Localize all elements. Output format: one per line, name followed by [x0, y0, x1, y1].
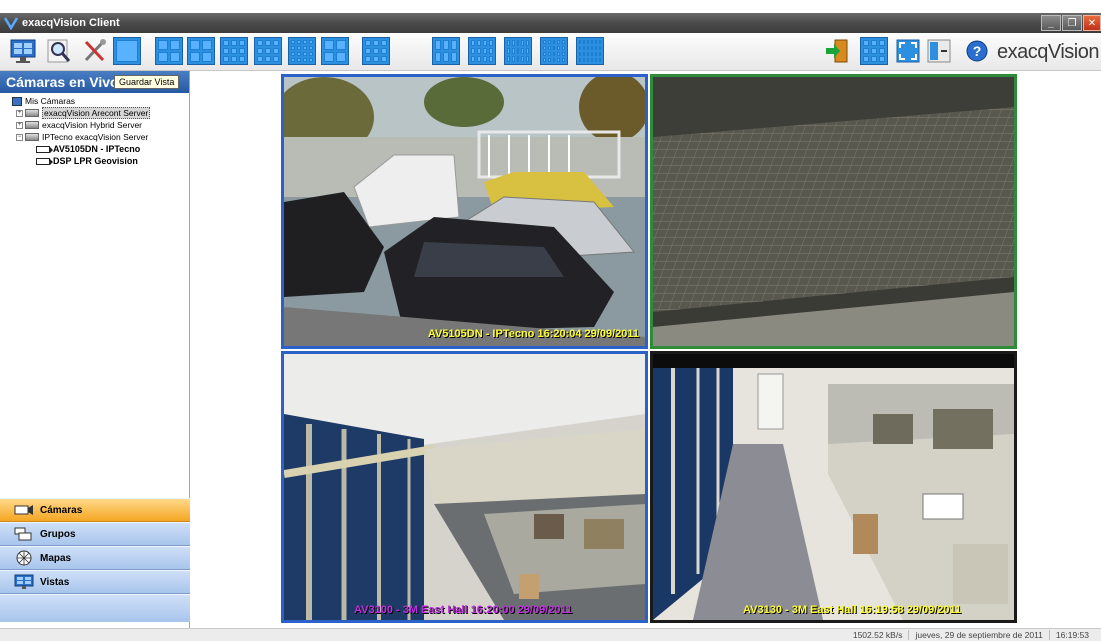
- tree-server-arecont[interactable]: + exacqVision Arecont Server: [0, 107, 189, 119]
- layout-6x4-button[interactable]: [576, 37, 604, 65]
- status-time: 16:19:53: [1048, 630, 1095, 640]
- tree-server-label: exacqVision Hybrid Server: [42, 120, 142, 130]
- sidebar-nav: Cámaras Grupos Mapas Vistas: [0, 498, 190, 622]
- camera-grid: AV5105DN - IPTecno 16:20:04 29/09/2011 A…: [191, 71, 1101, 628]
- camera-feed-image: [653, 77, 1014, 346]
- status-right: 1502.52 kB/s jueves, 29 de septiembre de…: [847, 630, 1095, 640]
- maximize-button[interactable]: ❐: [1062, 15, 1082, 31]
- svg-text:?: ?: [973, 43, 982, 59]
- nav-item-camaras[interactable]: Cámaras: [0, 498, 190, 522]
- nav-footer: [0, 594, 190, 622]
- minimize-button[interactable]: _: [1041, 15, 1061, 31]
- camera-tile-3[interactable]: AV3100 - 3M East Hall 16:20:00 29/09/201…: [281, 351, 648, 623]
- network-icon: [12, 96, 22, 106]
- expand-icon[interactable]: +: [16, 109, 23, 117]
- camera-tile-1[interactable]: AV5105DN - IPTecno 16:20:04 29/09/2011: [281, 74, 648, 349]
- camera-feed-image: [653, 354, 1014, 620]
- group-icon: [14, 527, 34, 541]
- layout-3x2-button[interactable]: [432, 37, 460, 65]
- map-icon: [14, 550, 34, 566]
- sequence-button[interactable]: [860, 37, 888, 65]
- status-bar: 1502.52 kB/s jueves, 29 de septiembre de…: [0, 628, 1101, 641]
- camera-overlay-text: AV5105DN - IPTecno 16:20:04 29/09/2011: [427, 328, 639, 340]
- layout-5x4-button[interactable]: [540, 37, 568, 65]
- tree-server-label: IPTecno exacqVision Server: [42, 132, 149, 142]
- nav-item-grupos[interactable]: Grupos: [0, 522, 190, 546]
- fullscreen-button[interactable]: [893, 36, 923, 66]
- tree-server-iptecno[interactable]: − IPTecno exacqVision Server: [0, 131, 189, 143]
- layout-3x3-button[interactable]: [220, 37, 248, 65]
- camera-icon: [36, 157, 53, 165]
- tree-root[interactable]: Mis Cámaras: [0, 95, 189, 107]
- camera-tile-4[interactable]: AV3130 - 3M East Hall 16:19:58 29/09/201…: [650, 351, 1017, 623]
- tooltip: Guardar Vista: [114, 75, 180, 89]
- app-logo-icon: [4, 17, 18, 30]
- window-title: exacqVision Client: [22, 17, 120, 29]
- tools-icon: [84, 39, 106, 62]
- server-icon: [25, 133, 39, 141]
- layout-5x3-button[interactable]: [504, 37, 532, 65]
- help-button[interactable]: ?: [962, 36, 992, 66]
- title-bar-strip: exacqVision Client _ ❐ ✕: [0, 13, 1101, 33]
- nav-label: Vistas: [40, 576, 70, 588]
- help-icon: ?: [966, 40, 988, 62]
- search-button[interactable]: [44, 36, 74, 66]
- layout-4x3-button[interactable]: [468, 37, 496, 65]
- tree-camera-av5105dn[interactable]: AV5105DN - IPTecno: [0, 143, 189, 155]
- layout-1plus3-button[interactable]: [187, 37, 215, 65]
- camera-overlay-text: AV3100 - 3M East Hall 16:20:00 29/09/201…: [354, 604, 573, 616]
- tree-camera-label: DSP LPR Geovision: [53, 156, 138, 166]
- panel-toggle-icon: [927, 39, 951, 63]
- camera-feed-image: [284, 77, 645, 346]
- search-icon: [47, 39, 71, 63]
- views-icon: [14, 574, 34, 589]
- camera-icon: [14, 503, 34, 517]
- title-bar: exacqVision Client _ ❐ ✕: [0, 0, 1101, 33]
- tree-server-hybrid[interactable]: + exacqVision Hybrid Server: [0, 119, 189, 131]
- server-icon: [25, 109, 39, 117]
- camera-overlay-text: AV3130 - 3M East Hall 16:19:58 29/09/201…: [743, 604, 962, 616]
- fullscreen-icon: [896, 39, 920, 63]
- exit-button[interactable]: [822, 36, 852, 66]
- camera-icon: [36, 145, 53, 153]
- status-date: jueves, 29 de septiembre de 2011: [908, 630, 1048, 640]
- layout-1plus12-button[interactable]: [321, 37, 349, 65]
- tree-camera-label: AV5105DN - IPTecno: [53, 144, 141, 154]
- layout-3x3-alt-button[interactable]: [362, 37, 390, 65]
- live-view-button[interactable]: [8, 36, 38, 66]
- monitor-icon: [10, 39, 36, 63]
- server-icon: [25, 121, 39, 129]
- tree-root-label: Mis Cámaras: [25, 96, 76, 106]
- nav-label: Cámaras: [40, 504, 83, 516]
- nav-item-vistas[interactable]: Vistas: [0, 570, 190, 594]
- camera-tree: Mis Cámaras + exacqVision Arecont Server…: [0, 93, 189, 167]
- nav-item-mapas[interactable]: Mapas: [0, 546, 190, 570]
- expand-icon[interactable]: +: [16, 121, 23, 129]
- toolbar: ? exacqVision: [0, 33, 1101, 71]
- layout-1plus8-button[interactable]: [254, 37, 282, 65]
- sidebar: Cámaras en Vivo Guardar Vista Mis Cámara…: [0, 71, 190, 628]
- close-button[interactable]: ✕: [1083, 15, 1101, 31]
- tree-server-label: exacqVision Arecont Server: [42, 107, 151, 119]
- door-exit-icon: [826, 39, 848, 63]
- camera-feed-image: [284, 354, 645, 620]
- tree-camera-dsp-lpr[interactable]: DSP LPR Geovision: [0, 155, 189, 167]
- layout-1x1-button[interactable]: [113, 37, 141, 65]
- brand-logo: exacqVision: [997, 41, 1099, 64]
- window-controls: _ ❐ ✕: [1041, 15, 1101, 31]
- panel-toggle-button[interactable]: [924, 36, 954, 66]
- collapse-icon[interactable]: −: [16, 133, 23, 141]
- config-button[interactable]: [80, 36, 110, 66]
- status-bandwidth: 1502.52 kB/s: [852, 630, 903, 640]
- brand-text: exacqVision: [997, 41, 1099, 63]
- layout-2x2-button[interactable]: [155, 37, 183, 65]
- layout-4x4-button[interactable]: [288, 37, 316, 65]
- camera-tile-2[interactable]: [650, 74, 1017, 349]
- nav-label: Mapas: [40, 552, 72, 564]
- nav-label: Grupos: [40, 528, 76, 540]
